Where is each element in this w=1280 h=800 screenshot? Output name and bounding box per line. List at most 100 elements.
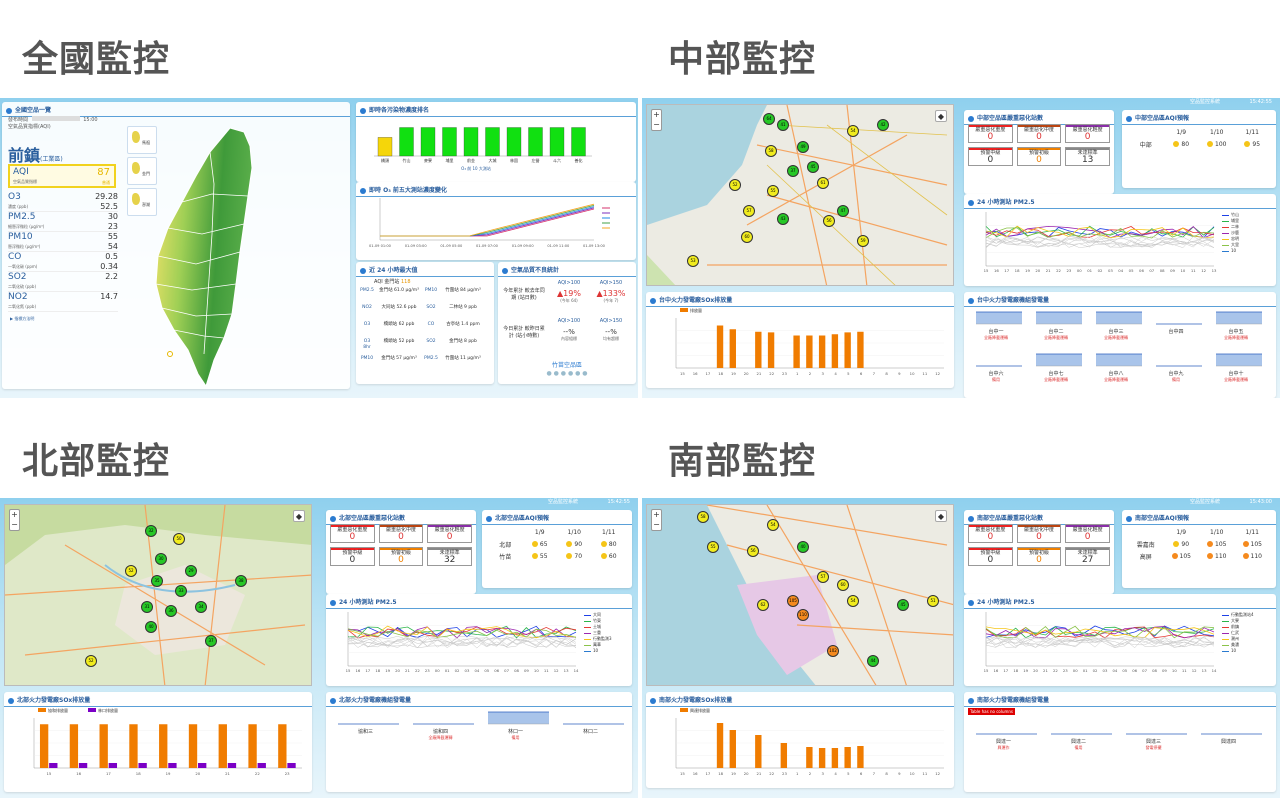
station-marker[interactable]: 60 <box>837 579 849 591</box>
station-marker[interactable]: 59 <box>857 235 869 247</box>
station-marker[interactable]: 56 <box>747 545 759 557</box>
aqi-dot <box>600 541 607 547</box>
alarm-box[interactable]: 預警初級 0 <box>1016 147 1062 166</box>
station-marker[interactable]: 47 <box>837 205 849 217</box>
station-marker[interactable]: 51 <box>927 595 939 607</box>
station-marker[interactable]: 45 <box>897 599 909 611</box>
alarm-box[interactable]: 嚴重惡化重度 0 <box>330 524 375 543</box>
pm-x-tick: 20 <box>395 668 400 673</box>
layers-icon[interactable]: ◆ <box>293 510 305 522</box>
station-marker[interactable]: 36 <box>165 605 177 617</box>
legend-label: 萬華 <box>593 642 601 647</box>
alarm-box[interactable]: 嚴重惡化輕度 0 <box>427 524 472 543</box>
alarm-box[interactable]: 嚴重惡化中度 0 <box>378 524 424 543</box>
zoom-control[interactable]: + − <box>651 109 662 131</box>
station-marker[interactable]: 30 <box>155 553 167 565</box>
zoom-control[interactable]: + − <box>651 509 662 531</box>
station-marker[interactable]: 52 <box>85 655 97 667</box>
station-marker[interactable]: 62 <box>757 599 769 611</box>
station-marker[interactable]: 55 <box>707 541 719 553</box>
station-marker[interactable]: 32 <box>145 525 157 537</box>
layers-icon[interactable]: ◆ <box>935 110 947 122</box>
max24-cell: 金門站 8 ppb <box>449 339 477 344</box>
alarm-box[interactable]: 嚴重惡化輕度 0 <box>1065 124 1110 143</box>
station-marker[interactable]: 54 <box>847 595 859 607</box>
legend-swatch <box>1222 632 1229 634</box>
pm-x-tick: 12 <box>1201 268 1206 273</box>
station-marker[interactable]: 29 <box>185 565 197 577</box>
north-map[interactable]: + − ◆ 32 50 52 30 35 33 31 36 34 29 38 37 52 40 <box>4 504 312 686</box>
legend-label: 忠明 <box>1231 236 1239 241</box>
alarm-box[interactable]: 預警初級 0 <box>378 547 424 566</box>
station-marker[interactable]: 61 <box>817 177 829 189</box>
north-sox-title: 北部火力發電廠SOx排放量 <box>17 697 91 704</box>
station-marker[interactable]: 35 <box>151 575 163 587</box>
station-marker[interactable]: 34 <box>195 601 207 613</box>
station-marker[interactable]: 64 <box>763 113 775 125</box>
alarm-box[interactable]: 未達標準 32 <box>427 547 472 566</box>
station-marker[interactable]: 38 <box>235 575 247 587</box>
station-marker[interactable]: 56 <box>823 215 835 227</box>
station-marker[interactable]: 57 <box>817 571 829 583</box>
central-map[interactable]: + − ◆ 64 41 58 49 37 45 61 55 54 42 52 57 43 56 59 60 53 4… <box>646 104 954 286</box>
alarm-box[interactable]: 嚴重惡化重度 0 <box>968 524 1013 543</box>
aqi-cell: 95 <box>1235 141 1271 148</box>
sox-legend-label: 林口排放量 <box>98 707 118 713</box>
station-marker[interactable]: 45 <box>807 161 819 173</box>
gen-fill <box>1216 354 1262 366</box>
station-marker[interactable]: 49 <box>797 141 809 153</box>
south-map[interactable]: + − ◆ 58 55 54 40 60 57 105 110 62 54 45 51 102 56 44 <box>646 504 954 686</box>
station-marker[interactable]: 110 <box>797 609 809 621</box>
alarm-box[interactable]: 未達標準 13 <box>1065 147 1110 166</box>
layers-icon[interactable]: ◆ <box>935 510 947 522</box>
station-marker[interactable]: 53 <box>687 255 699 267</box>
megaphone-icon <box>968 599 974 606</box>
legend-swatch <box>1222 638 1229 640</box>
aqi-cell: 55 <box>523 553 558 560</box>
alarm-box[interactable]: 預警初級 0 <box>1016 547 1062 566</box>
sox-x-tick: 1 <box>796 371 799 376</box>
alarm-box[interactable]: 預警中級 0 <box>968 147 1013 166</box>
station-marker[interactable]: 50 <box>173 533 185 545</box>
station-marker[interactable]: 52 <box>125 565 137 577</box>
aqi-value: 110 <box>1250 552 1262 560</box>
station-marker[interactable]: 40 <box>145 621 157 633</box>
station-marker[interactable]: 102 <box>827 645 839 657</box>
alarm-box[interactable]: 嚴重惡化中度 0 <box>1016 124 1062 143</box>
station-marker[interactable]: 60 <box>741 231 753 243</box>
station-marker[interactable]: 31 <box>141 601 153 613</box>
station-marker[interactable]: 55 <box>767 185 779 197</box>
alarm-box[interactable]: 預警中級 0 <box>968 547 1013 566</box>
taiwan-map[interactable] <box>152 124 262 389</box>
central-time: 15:42:55 <box>1249 99 1272 105</box>
station-marker[interactable]: 44 <box>867 655 879 667</box>
station-marker[interactable]: 57 <box>743 205 755 217</box>
alarm-box[interactable]: 嚴重惡化輕度 0 <box>1065 524 1110 543</box>
station-marker[interactable]: 42 <box>877 119 889 131</box>
station-marker[interactable]: 54 <box>767 519 779 531</box>
station-marker[interactable]: 40 <box>797 541 809 553</box>
station-marker[interactable]: 54 <box>847 125 859 137</box>
station-marker[interactable]: 37 <box>205 635 217 647</box>
carousel-dots[interactable]: ● ● ● ● ● ● <box>498 370 636 377</box>
station-marker[interactable]: 41 <box>777 119 789 131</box>
alarm-box[interactable]: 未達標準 27 <box>1065 547 1110 566</box>
alarm-box[interactable]: 嚴重惡化中度 0 <box>1016 524 1062 543</box>
station-marker[interactable]: 43 <box>777 213 789 225</box>
station-marker[interactable]: 105 <box>787 595 799 607</box>
footnote[interactable]: ▶ 指標方法明 <box>10 316 34 322</box>
bad-row1-v2-note: (今年 7) <box>603 298 619 303</box>
station-marker[interactable]: 37 <box>787 165 799 177</box>
alarm-box[interactable]: 預警中級 0 <box>330 547 375 566</box>
zoom-control[interactable]: + − <box>9 509 20 531</box>
station-marker[interactable]: 33 <box>175 585 187 597</box>
station-marker[interactable]: 52 <box>729 179 741 191</box>
station-marker[interactable]: 58 <box>765 145 777 157</box>
alarm-box[interactable]: 嚴重惡化重度 0 <box>968 124 1013 143</box>
legend-swatch <box>1222 214 1229 216</box>
bad-footer-link[interactable]: 竹苗空品區 <box>498 360 636 369</box>
station-marker[interactable]: 58 <box>697 511 709 523</box>
south-time: 15:43:00 <box>1249 499 1272 505</box>
island-shape-icon <box>132 131 140 143</box>
aqi-cell: 70 <box>557 553 592 560</box>
